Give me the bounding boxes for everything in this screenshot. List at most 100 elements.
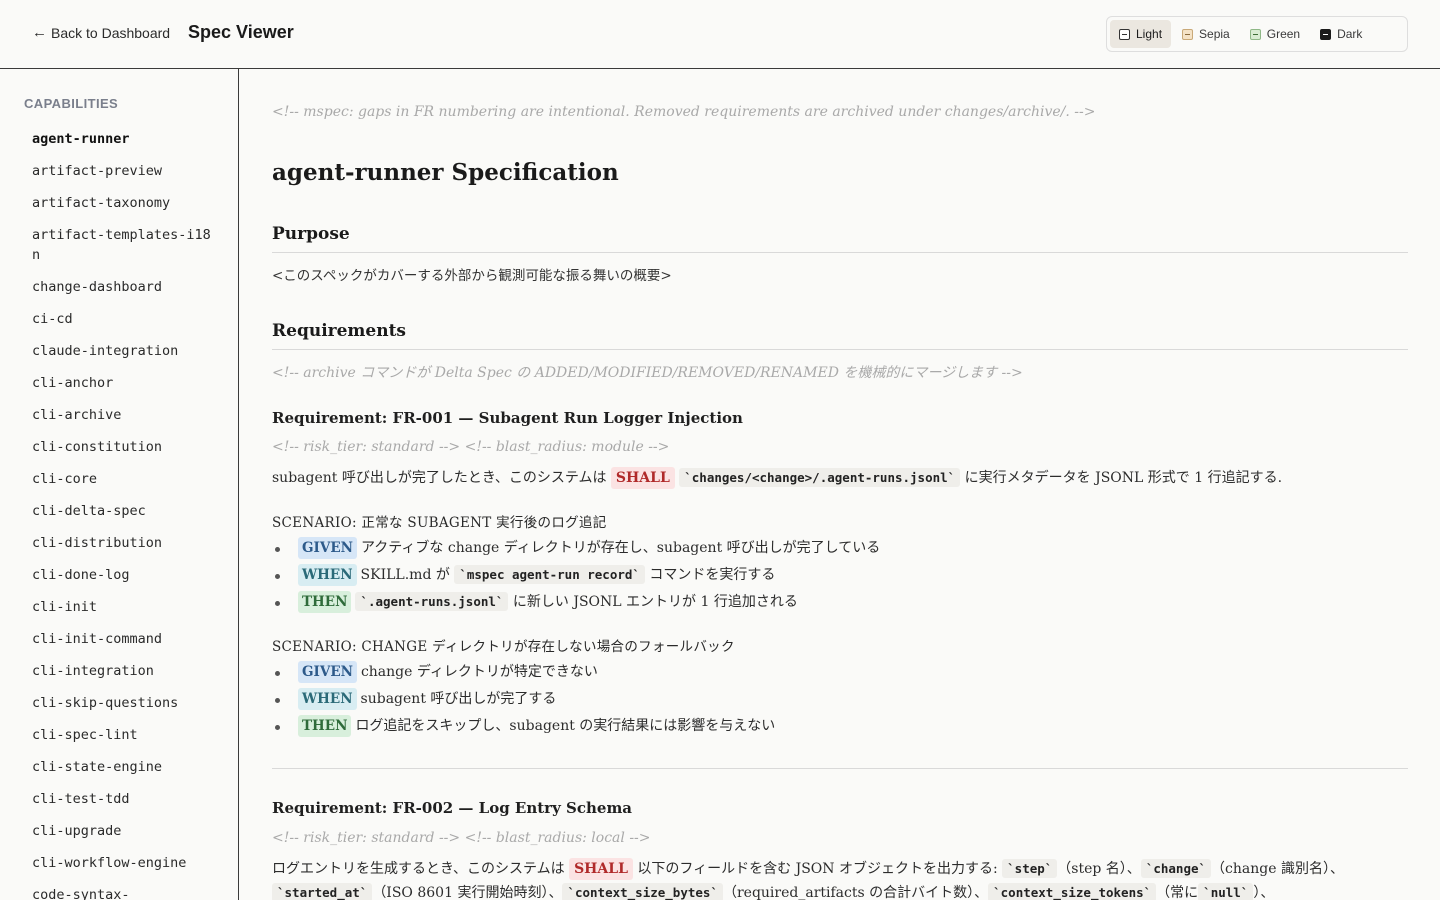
when-badge: WHEN bbox=[298, 564, 357, 586]
statement-text: ログエントリを生成するとき、このシステムは bbox=[272, 861, 565, 877]
statement-text: （常に bbox=[1156, 885, 1199, 900]
statement-text: 以下のフィールドを含む JSON オブジェクトを出力する: bbox=[637, 861, 998, 877]
shall-badge: SHALL bbox=[610, 467, 675, 489]
inline-code: `step` bbox=[1002, 859, 1058, 878]
sepia-swatch-icon bbox=[1182, 28, 1194, 40]
given-badge: GIVEN bbox=[298, 537, 357, 559]
sidebar-item-code-syntax[interactable]: code-syntax- bbox=[32, 885, 212, 900]
sidebar-item-cli-core[interactable]: cli-core bbox=[32, 469, 212, 489]
list-item: THEN ログ追記をスキップし、subagent の実行結果には影響を与えない bbox=[272, 714, 1408, 741]
arrow-left-icon: ← bbox=[32, 24, 47, 41]
statement-text: ）、 bbox=[1253, 885, 1275, 900]
top-bar: ← Back to Dashboard Spec Viewer Light Se… bbox=[0, 0, 1440, 69]
sidebar-item-cli-constitution[interactable]: cli-constitution bbox=[32, 437, 212, 457]
green-swatch-icon bbox=[1249, 28, 1261, 40]
inline-code: `.agent-runs.jsonl` bbox=[355, 592, 509, 611]
theme-dark-label: Dark bbox=[1337, 27, 1363, 41]
dark-swatch-icon bbox=[1320, 28, 1332, 40]
inline-code: `started_at` bbox=[272, 883, 373, 900]
requirements-comment: <!-- archive コマンドが Delta Spec の ADDED/MO… bbox=[272, 365, 1023, 381]
sidebar-item-cli-anchor[interactable]: cli-anchor bbox=[32, 373, 212, 393]
requirement-title-fr-001: Requirement: FR-001 — Subagent Run Logge… bbox=[272, 409, 743, 427]
list-item: THEN `.agent-runs.jsonl` に新しい JSONL エントリが… bbox=[272, 590, 1408, 617]
sidebar-item-cli-upgrade[interactable]: cli-upgrade bbox=[32, 821, 212, 841]
given-badge: GIVEN bbox=[298, 661, 357, 683]
step-text: subagent 呼び出しが完了する bbox=[360, 691, 557, 707]
theme-sepia-button[interactable]: Sepia bbox=[1173, 20, 1239, 48]
top-comment: <!-- mspec: gaps in FR numbering are int… bbox=[272, 104, 1096, 120]
step-text: アクティブな change ディレクトリが存在し、subagent 呼び出しが完… bbox=[360, 540, 881, 556]
inline-code: `mspec agent-run record` bbox=[454, 565, 645, 584]
theme-switcher: Light Sepia Green Dark bbox=[1106, 16, 1408, 52]
inline-code: `null` bbox=[1198, 883, 1254, 900]
sidebar-item-change-dashboard[interactable]: change-dashboard bbox=[32, 277, 212, 297]
step-text: ログ追記をスキップし、subagent の実行結果には影響を与えない bbox=[355, 718, 776, 734]
step-text: に新しい JSONL エントリが 1 行追加される bbox=[512, 594, 798, 610]
inline-code: `context_size_bytes` bbox=[562, 883, 723, 900]
scenario-title: SCENARIO: 正常な SUBAGENT 実行後のログ追記 bbox=[272, 515, 607, 531]
capability-list: agent-runner artifact-preview artifact-tax… bbox=[32, 129, 212, 900]
list-item: WHEN SKILL.md が `mspec agent-run record` … bbox=[272, 563, 1408, 590]
sidebar-item-cli-test-tdd[interactable]: cli-test-tdd bbox=[32, 789, 212, 809]
sidebar-item-cli-init-command[interactable]: cli-init-command bbox=[32, 629, 212, 649]
requirement-meta-fr-002: <!-- risk_tier: standard --> <!-- blast_… bbox=[272, 830, 651, 846]
requirement-title-fr-002: Requirement: FR-002 — Log Entry Schema bbox=[272, 799, 633, 817]
inline-code: `changes/<change>/.agent-runs.jsonl` bbox=[679, 468, 961, 487]
requirements-heading: Requirements bbox=[272, 321, 1408, 350]
sidebar-item-artifact-preview[interactable]: artifact-preview bbox=[32, 161, 212, 181]
list-item: GIVEN アクティブな change ディレクトリが存在し、subagent 呼… bbox=[272, 536, 1408, 563]
sidebar-item-artifact-taxonomy[interactable]: artifact-taxonomy bbox=[32, 193, 212, 213]
sidebar-item-cli-archive[interactable]: cli-archive bbox=[32, 405, 212, 425]
light-swatch-icon bbox=[1119, 28, 1130, 40]
step-text: コマンドを実行する bbox=[649, 567, 776, 583]
requirement-statement-fr-002: ログエントリを生成するとき、このシステムは SHALL 以下のフィールドを含む … bbox=[272, 857, 1408, 900]
statement-text: （ISO 8601 実行開始時刻）、 bbox=[372, 885, 563, 900]
scenario-title: SCENARIO: CHANGE ディレクトリが存在しない場合のフォールバック bbox=[272, 639, 735, 655]
theme-dark-button[interactable]: Dark bbox=[1311, 20, 1371, 48]
statement-text: （change 識別名）、 bbox=[1211, 861, 1344, 877]
theme-green-label: Green bbox=[1266, 27, 1301, 41]
sidebar-item-cli-integration[interactable]: cli-integration bbox=[32, 661, 212, 681]
divider bbox=[272, 768, 1408, 769]
statement-text: subagent 呼び出しが完了したとき、このシステムは bbox=[272, 470, 607, 486]
sidebar-item-cli-init[interactable]: cli-init bbox=[32, 597, 212, 617]
when-badge: WHEN bbox=[298, 688, 357, 710]
sidebar-item-cli-skip-questions[interactable]: cli-skip-questions bbox=[32, 693, 212, 713]
sidebar-item-claude-integration[interactable]: claude-integration bbox=[32, 341, 212, 361]
list-item: WHEN subagent 呼び出しが完了する bbox=[272, 687, 1408, 714]
inline-code: `context_size_tokens` bbox=[988, 883, 1157, 900]
sidebar-item-cli-state-engine[interactable]: cli-state-engine bbox=[32, 757, 212, 777]
list-item: GIVEN change ディレクトリが特定できない bbox=[272, 660, 1408, 687]
sidebar-item-artifact-templates-i18n[interactable]: artifact-templates-i18n bbox=[32, 225, 212, 265]
sidebar-item-cli-workflow-engine[interactable]: cli-workflow-engine bbox=[32, 853, 212, 873]
statement-text: に実行メタデータを JSONL 形式で 1 行追記する. bbox=[964, 470, 1283, 486]
requirement-meta-fr-001: <!-- risk_tier: standard --> <!-- blast_… bbox=[272, 439, 670, 455]
statement-text: （required_artifacts の合計バイト数）、 bbox=[722, 885, 989, 900]
sidebar-item-cli-done-log[interactable]: cli-done-log bbox=[32, 565, 212, 585]
page-title: agent-runner Specification bbox=[272, 159, 619, 186]
purpose-heading: Purpose bbox=[272, 224, 1408, 253]
theme-green-button[interactable]: Green bbox=[1241, 20, 1309, 48]
sidebar-item-cli-spec-lint[interactable]: cli-spec-lint bbox=[32, 725, 212, 745]
capabilities-sidebar: CAPABILITIES agent-runner artifact-previe… bbox=[0, 69, 239, 900]
requirement-statement-fr-001: subagent 呼び出しが完了したとき、このシステムは SHALL `chan… bbox=[272, 466, 1408, 490]
spec-content: <!-- mspec: gaps in FR numbering are int… bbox=[240, 69, 1440, 900]
inline-code: `change` bbox=[1140, 859, 1212, 878]
theme-light-button[interactable]: Light bbox=[1110, 20, 1172, 48]
scenario-steps: GIVEN アクティブな change ディレクトリが存在し、subagent 呼… bbox=[272, 536, 1408, 617]
theme-sepia-label: Sepia bbox=[1199, 27, 1230, 41]
shall-badge: SHALL bbox=[569, 858, 633, 880]
step-text: SKILL.md が bbox=[360, 567, 450, 583]
sidebar-item-cli-distribution[interactable]: cli-distribution bbox=[32, 533, 212, 553]
scenario-steps: GIVEN change ディレクトリが特定できない WHEN subagent 呼… bbox=[272, 660, 1408, 741]
sidebar-heading: CAPABILITIES bbox=[24, 96, 119, 111]
app-title: Spec Viewer bbox=[188, 22, 294, 42]
statement-text: （step 名）、 bbox=[1057, 861, 1141, 877]
sidebar-item-agent-runner[interactable]: agent-runner bbox=[32, 129, 212, 149]
sidebar-item-cli-delta-spec[interactable]: cli-delta-spec bbox=[32, 501, 212, 521]
then-badge: THEN bbox=[298, 715, 352, 737]
back-to-dashboard-link[interactable]: ← Back to Dashboard bbox=[32, 24, 170, 41]
purpose-text: <このスペックがカバーする外部から観測可能な振る舞いの概要> bbox=[272, 268, 672, 284]
then-badge: THEN bbox=[298, 591, 352, 613]
sidebar-item-ci-cd[interactable]: ci-cd bbox=[32, 309, 212, 329]
